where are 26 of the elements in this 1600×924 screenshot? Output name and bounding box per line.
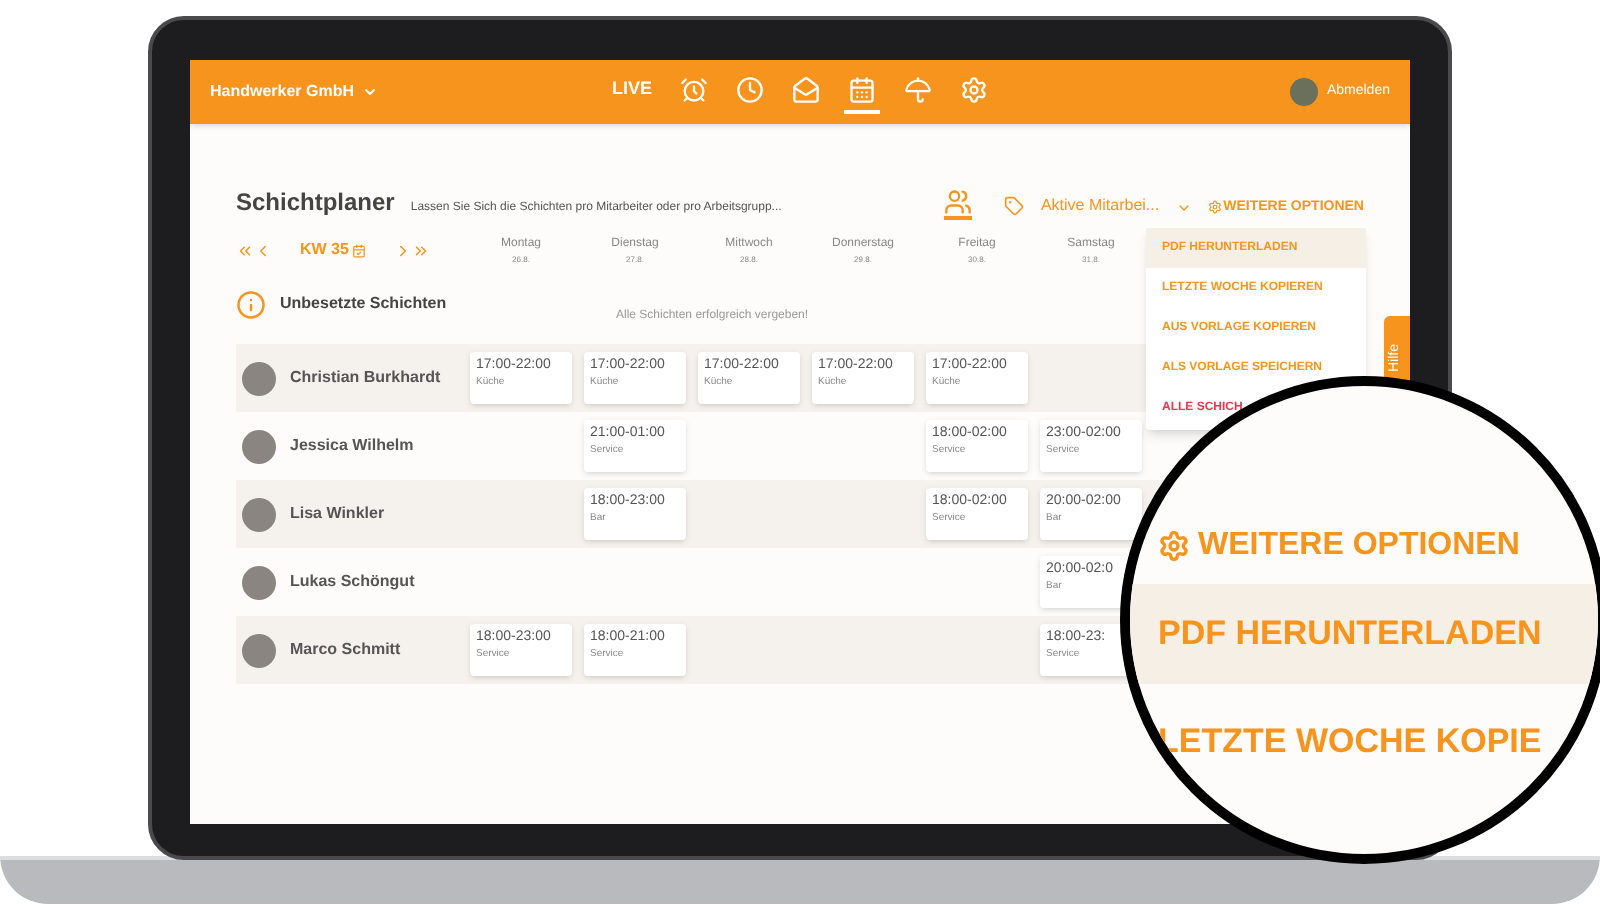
employee-name: Marco Schmitt xyxy=(290,638,403,662)
page-title: Schichtplaner xyxy=(236,186,395,220)
avatar xyxy=(242,565,276,599)
unassigned-title: Unbesetzte Schichten xyxy=(280,292,447,316)
caret-icon xyxy=(1175,200,1192,216)
avatar xyxy=(242,429,276,463)
avatar xyxy=(242,497,276,531)
double-left-icon[interactable] xyxy=(236,241,254,259)
magnified-title: WEITERE OPTIONEN xyxy=(1198,526,1520,566)
info-icon xyxy=(236,289,266,319)
week-label: KW 35 xyxy=(300,238,349,262)
employee-name: Jessica Wilhelm xyxy=(290,434,416,458)
employee-name: Christian Burkhardt xyxy=(290,366,443,390)
employee-name: Lukas Schöngut xyxy=(290,570,417,594)
tag-icon xyxy=(1004,196,1025,216)
caret-icon xyxy=(362,84,379,100)
settings-icon xyxy=(1158,530,1190,562)
settings-icon xyxy=(1207,200,1222,215)
avatar xyxy=(242,633,276,667)
avatar xyxy=(1290,78,1319,106)
employee-name: Lisa Winkler xyxy=(290,502,387,526)
avatar xyxy=(242,361,276,395)
calendar-icon[interactable] xyxy=(352,243,367,257)
left-icon[interactable] xyxy=(254,241,272,259)
group-view-button[interactable] xyxy=(944,188,973,220)
double-right-icon[interactable] xyxy=(412,241,431,259)
